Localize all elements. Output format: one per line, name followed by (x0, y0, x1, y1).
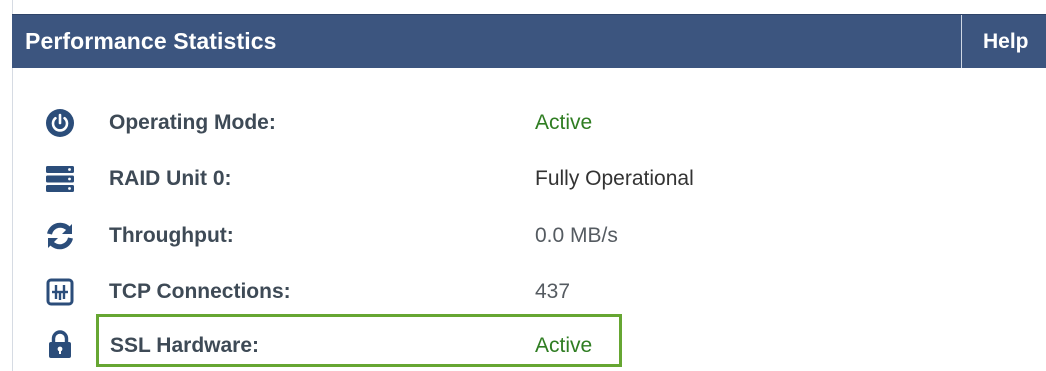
ssl-hardware-label: SSL Hardware: (110, 334, 259, 357)
stat-row-throughput: Throughput: 0.0 MB/s (0, 216, 1046, 256)
raid-unit-value: Fully Operational (535, 167, 694, 190)
ssl-hardware-value: Active (535, 334, 593, 357)
stat-row-operating-mode: Operating Mode: Active (0, 103, 1046, 143)
help-button[interactable]: Help (962, 15, 1046, 68)
refresh-icon (47, 222, 73, 250)
panel-header: Performance Statistics Help (12, 14, 1046, 68)
stat-row-ssl-hardware: SSL Hardware: Active (0, 326, 1046, 366)
tcp-connections-label: TCP Connections: (109, 280, 291, 303)
throughput-label: Throughput: (109, 224, 234, 247)
tcp-connections-value: 437 (535, 280, 571, 303)
operating-mode-label: Operating Mode: (109, 111, 276, 134)
raid-unit-label: RAID Unit 0: (109, 167, 232, 190)
connections-icon (46, 278, 74, 306)
throughput-value: 0.0 MB/s (535, 224, 618, 247)
operating-mode-value: Active (535, 111, 593, 134)
panel-title: Performance Statistics (25, 28, 277, 54)
storage-icon (46, 166, 74, 192)
stat-row-raid-unit: RAID Unit 0: Fully Operational (0, 159, 1046, 199)
power-icon (46, 109, 74, 137)
stat-row-tcp-connections: TCP Connections: 437 (0, 272, 1046, 312)
lock-icon (49, 330, 71, 358)
